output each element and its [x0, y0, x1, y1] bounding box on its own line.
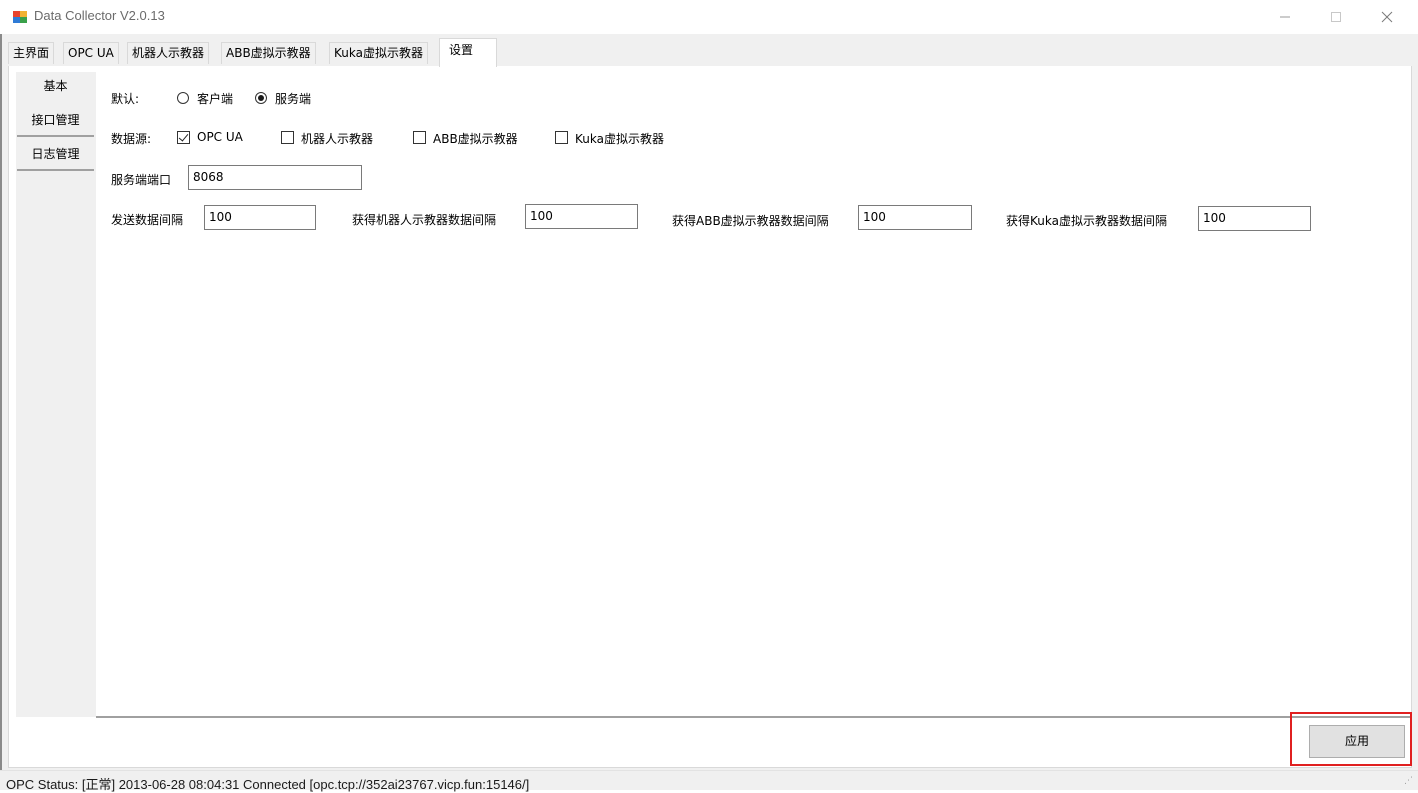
abb-interval-input[interactable]: 100 — [858, 205, 972, 230]
tab-settings[interactable]: 设置 — [439, 38, 497, 67]
app-icon — [12, 9, 28, 25]
close-button[interactable] — [1364, 0, 1410, 34]
abb-pendant-checkbox-label[interactable]: ABB虚拟示教器 — [433, 130, 518, 147]
robot-pendant-checkbox-label[interactable]: 机器人示教器 — [301, 130, 373, 147]
apply-highlight-box — [1290, 712, 1412, 766]
tab-robot-pendant[interactable]: 机器人示教器 — [127, 42, 210, 64]
kuka-interval-label: 获得Kuka虚拟示教器数据间隔 — [1006, 214, 1167, 228]
side-tab-interface[interactable]: 接口管理 — [17, 106, 94, 137]
window-title: Data Collector V2.0.13 — [34, 8, 165, 23]
kuka-pendant-checkbox[interactable] — [555, 131, 568, 144]
tab-abb-pendant[interactable]: ABB虚拟示教器 — [221, 42, 316, 64]
server-radio-label[interactable]: 服务端 — [275, 90, 311, 107]
window-border — [0, 34, 2, 774]
robot-interval-input[interactable]: 100 — [525, 204, 638, 229]
abb-pendant-checkbox[interactable] — [413, 131, 426, 144]
maximize-button[interactable] — [1313, 0, 1359, 34]
content-divider — [96, 716, 1410, 718]
robot-interval-label: 获得机器人示教器数据间隔 — [352, 213, 497, 227]
close-icon — [1381, 11, 1393, 23]
side-tab-log[interactable]: 日志管理 — [17, 140, 94, 171]
datasource-label: 数据源: — [111, 132, 152, 146]
default-mode-label: 默认: — [111, 92, 140, 106]
server-radio[interactable] — [255, 92, 267, 104]
tab-opc-ua[interactable]: OPC UA — [63, 42, 119, 64]
maximize-icon — [1331, 12, 1341, 22]
kuka-pendant-checkbox-label[interactable]: Kuka虚拟示教器 — [575, 130, 664, 147]
client-radio-label[interactable]: 客户端 — [197, 90, 233, 107]
side-tab-basic[interactable]: 基本 — [17, 72, 94, 103]
tab-main[interactable]: 主界面 — [8, 42, 55, 64]
client-radio[interactable] — [177, 92, 189, 104]
minimize-icon — [1280, 16, 1290, 18]
title-bar — [0, 0, 1418, 34]
abb-interval-label: 获得ABB虚拟示教器数据间隔 — [672, 214, 829, 228]
tab-kuka-pendant[interactable]: Kuka虚拟示教器 — [329, 42, 428, 64]
opcua-checkbox-label[interactable]: OPC UA — [197, 130, 243, 144]
server-port-label: 服务端端口 — [111, 173, 172, 187]
status-text: OPC Status: [正常] 2013-06-28 08:04:31 Con… — [6, 777, 530, 792]
robot-pendant-checkbox[interactable] — [281, 131, 294, 144]
resize-grip-icon[interactable]: ⋰ — [1404, 776, 1414, 786]
send-interval-input[interactable]: 100 — [204, 205, 316, 230]
minimize-button[interactable] — [1262, 0, 1308, 34]
server-port-input[interactable]: 8068 — [188, 165, 362, 190]
opcua-checkbox[interactable] — [177, 131, 190, 144]
send-interval-label: 发送数据间隔 — [111, 213, 184, 227]
kuka-interval-input[interactable]: 100 — [1198, 206, 1311, 231]
